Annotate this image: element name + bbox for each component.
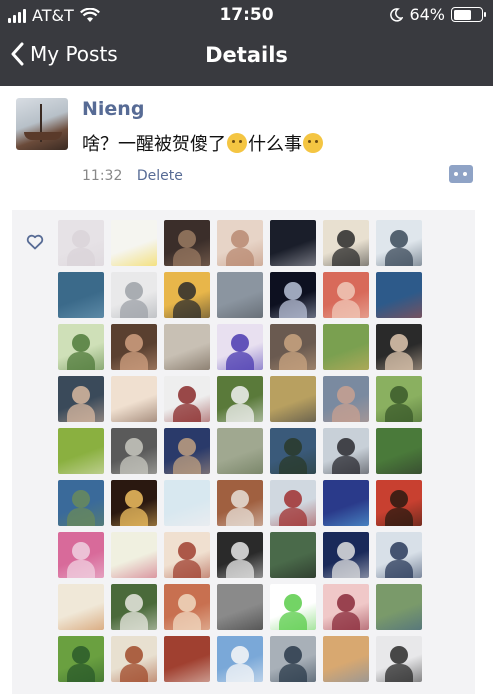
post-text-part2: 什么事 xyxy=(248,134,302,155)
liker-avatar[interactable] xyxy=(270,532,316,578)
comment-icon[interactable] xyxy=(449,165,473,183)
liker-avatar[interactable] xyxy=(270,324,316,370)
liker-avatar[interactable] xyxy=(376,584,422,630)
post-meta: 11:32 Delete xyxy=(82,168,183,184)
liker-avatar[interactable] xyxy=(217,584,263,630)
liker-avatar[interactable] xyxy=(270,480,316,526)
liker-avatar[interactable] xyxy=(164,220,210,266)
liker-avatar[interactable] xyxy=(58,584,104,630)
liker-avatar[interactable] xyxy=(58,480,104,526)
liker-avatar[interactable] xyxy=(111,272,157,318)
liker-avatar[interactable] xyxy=(217,480,263,526)
liker-avatar[interactable] xyxy=(111,480,157,526)
liker-avatar-grid xyxy=(58,220,422,682)
liker-avatar[interactable] xyxy=(217,272,263,318)
status-bar: AT&T 17:50 64% xyxy=(0,0,493,30)
page-title: Details xyxy=(205,43,288,67)
liker-avatar[interactable] xyxy=(376,532,422,578)
liker-avatar[interactable] xyxy=(111,220,157,266)
likes-panel xyxy=(12,210,475,694)
liker-avatar[interactable] xyxy=(270,272,316,318)
liker-avatar[interactable] xyxy=(58,376,104,422)
liker-avatar[interactable] xyxy=(270,428,316,474)
liker-avatar[interactable] xyxy=(111,428,157,474)
liker-avatar[interactable] xyxy=(164,532,210,578)
liker-avatar[interactable] xyxy=(217,532,263,578)
liker-avatar[interactable] xyxy=(111,636,157,682)
heart-icon xyxy=(26,234,44,250)
liker-avatar[interactable] xyxy=(58,636,104,682)
liker-avatar[interactable] xyxy=(323,324,369,370)
liker-avatar[interactable] xyxy=(111,532,157,578)
liker-avatar[interactable] xyxy=(270,636,316,682)
avatar[interactable] xyxy=(16,98,68,150)
liker-avatar[interactable] xyxy=(376,636,422,682)
liker-avatar[interactable] xyxy=(58,532,104,578)
liker-avatar[interactable] xyxy=(217,428,263,474)
liker-avatar[interactable] xyxy=(164,480,210,526)
liker-avatar[interactable] xyxy=(111,584,157,630)
liker-avatar[interactable] xyxy=(164,636,210,682)
liker-avatar[interactable] xyxy=(376,272,422,318)
liker-avatar[interactable] xyxy=(270,220,316,266)
battery-percent: 64% xyxy=(409,5,445,24)
liker-avatar[interactable] xyxy=(164,428,210,474)
liker-avatar[interactable] xyxy=(217,220,263,266)
liker-avatar[interactable] xyxy=(111,324,157,370)
liker-avatar[interactable] xyxy=(164,584,210,630)
liker-avatar[interactable] xyxy=(323,584,369,630)
battery-fill xyxy=(453,9,471,20)
delete-button[interactable]: Delete xyxy=(137,168,183,184)
liker-avatar[interactable] xyxy=(58,428,104,474)
liker-avatar[interactable] xyxy=(323,636,369,682)
liker-avatar[interactable] xyxy=(58,220,104,266)
liker-avatar[interactable] xyxy=(323,272,369,318)
liker-avatar[interactable] xyxy=(164,324,210,370)
battery-icon xyxy=(451,7,486,22)
liker-avatar[interactable] xyxy=(376,220,422,266)
post: Nieng 啥？一醒被贺傻了 什么事 11:32 Delete xyxy=(0,86,493,694)
moon-icon xyxy=(390,7,404,22)
liker-avatar[interactable] xyxy=(217,376,263,422)
navigation-bar: My Posts Details xyxy=(0,30,493,86)
confused-emoji-icon xyxy=(303,133,323,153)
post-text-part1: 啥？一醒被贺傻了 xyxy=(82,134,226,155)
liker-avatar[interactable] xyxy=(323,532,369,578)
liker-avatar[interactable] xyxy=(323,428,369,474)
liker-avatar[interactable] xyxy=(58,324,104,370)
liker-avatar[interactable] xyxy=(376,480,422,526)
liker-avatar[interactable] xyxy=(376,376,422,422)
liker-avatar[interactable] xyxy=(111,376,157,422)
post-text: 啥？一醒被贺傻了 什么事 xyxy=(82,130,324,156)
liker-avatar[interactable] xyxy=(217,324,263,370)
liker-avatar[interactable] xyxy=(323,376,369,422)
liker-avatar[interactable] xyxy=(58,272,104,318)
post-time: 11:32 xyxy=(82,168,123,184)
liker-avatar[interactable] xyxy=(323,220,369,266)
grimace-emoji-icon xyxy=(227,133,247,153)
liker-avatar[interactable] xyxy=(217,636,263,682)
status-right: 64% xyxy=(389,5,486,24)
liker-avatar[interactable] xyxy=(270,584,316,630)
liker-avatar[interactable] xyxy=(164,272,210,318)
liker-avatar[interactable] xyxy=(323,480,369,526)
liker-avatar[interactable] xyxy=(376,428,422,474)
liker-avatar[interactable] xyxy=(376,324,422,370)
liker-avatar[interactable] xyxy=(164,376,210,422)
username[interactable]: Nieng xyxy=(82,98,144,120)
liker-avatar[interactable] xyxy=(270,376,316,422)
